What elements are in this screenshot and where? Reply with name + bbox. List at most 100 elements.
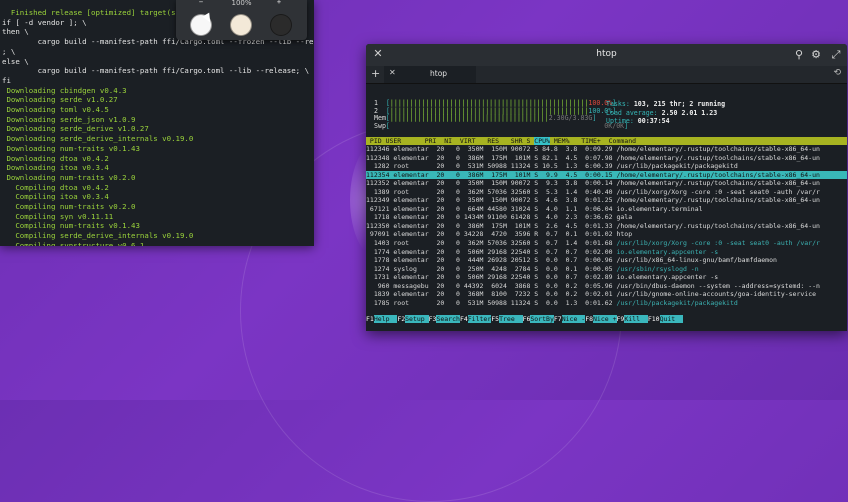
- process-command: /home/elementary/.rustup/toolchains/stab…: [616, 196, 820, 205]
- plus-icon[interactable]: +: [371, 67, 380, 80]
- terminal-line: Downloading dtoa v0.4.2: [2, 153, 109, 163]
- window-titlebar[interactable]: ✕ htop ⚲ ⚙ ⤢: [366, 44, 847, 66]
- tasks-label: Tasks:: [606, 100, 630, 109]
- process-row[interactable]: 1785 root 20 0 531M 50988 11324 S 0.0 1.…: [366, 299, 847, 308]
- process-table-header[interactable]: PID USER PRI NI VIRT RES SHR S CPU% MEM%…: [366, 137, 847, 145]
- terminal-line: Downloading serde v1.0.27: [2, 95, 118, 105]
- zoom-level[interactable]: 100%: [176, 0, 307, 8]
- process-row[interactable]: 1403 root 20 0 362M 57036 32560 S 0.7 1.…: [366, 239, 847, 248]
- process-fields: 112348 elementar 20 0 386M 175M 101M S 8…: [366, 153, 617, 162]
- process-row[interactable]: 1274 syslog 20 0 250M 4248 2784 S 0.0 0.…: [366, 265, 847, 274]
- load-label: Load average:: [606, 108, 658, 117]
- htop-terminal-window[interactable]: ✕ htop ⚲ ⚙ ⤢ + ✕ htop ⟲ 1 [|||||||||||||…: [366, 44, 847, 331]
- process-fields: 1403 root 20 0 362M 57036 32560 S 0.7 1.…: [366, 239, 617, 248]
- process-row[interactable]: 112346 elementar 20 0 350M 150M 90072 S …: [366, 145, 847, 154]
- function-key[interactable]: F1: [366, 315, 374, 323]
- function-key[interactable]: F2: [397, 315, 406, 323]
- process-fields: 1778 elementar 20 0 444M 26928 20512 S 0…: [366, 256, 617, 265]
- swp-label: Swp: [374, 122, 386, 131]
- color-scheme-dark-swatch[interactable]: [270, 14, 292, 36]
- process-command: /home/elementary/.rustup/toolchains/stab…: [616, 153, 820, 162]
- process-row[interactable]: 1389 root 20 0 362M 57036 32560 S 5.3 1.…: [366, 188, 847, 197]
- process-row[interactable]: 112354 elementar 20 0 386M 175M 101M S 9…: [366, 170, 847, 180]
- cpu2-label: 2: [374, 106, 378, 115]
- function-key-label[interactable]: Help: [373, 315, 398, 323]
- terminal-line: Compiling serde_derive_internals v0.19.0: [2, 231, 194, 241]
- color-scheme-sepia-swatch[interactable]: [230, 14, 252, 36]
- process-command: io.elementary.terminal: [616, 204, 703, 213]
- history-icon[interactable]: ⟲: [833, 68, 841, 78]
- terminal-line: Downloading num-traits v0.2.0: [2, 172, 136, 182]
- process-fields: 1785 root 20 0 531M 50988 11324 S 0.0 1.…: [366, 298, 617, 307]
- terminal-line: Downloading serde_derive v1.0.27: [2, 124, 149, 134]
- process-row[interactable]: 960 messagebu 20 0 44392 6024 3868 S 0.0…: [366, 282, 847, 291]
- terminal-line: Compiling dtoa v0.4.2: [2, 182, 109, 192]
- function-key-label[interactable]: SortBy: [530, 315, 554, 323]
- terminal-line: else \: [2, 56, 29, 66]
- process-command: /home/elementary/.rustup/toolchains/stab…: [616, 145, 820, 153]
- process-row[interactable]: 112349 elementar 20 0 350M 150M 90072 S …: [366, 196, 847, 205]
- gear-icon[interactable]: ⚙: [809, 48, 823, 62]
- function-key-label[interactable]: Tree: [499, 315, 523, 323]
- function-key-label[interactable]: Kill: [624, 315, 648, 323]
- terminal-line: Compiling num-traits v0.2.0: [2, 202, 136, 212]
- function-key-label[interactable]: Setup: [405, 315, 429, 323]
- process-row[interactable]: 112348 elementar 20 0 386M 175M 101M S 8…: [366, 154, 847, 163]
- function-key[interactable]: F10: [647, 315, 660, 323]
- terminal-line: Downloading itoa v0.3.4: [2, 163, 109, 173]
- terminal-line: Downloading serde_derive_internals v0.19…: [2, 134, 194, 144]
- terminal-line: fi: [2, 75, 11, 85]
- tab-close-icon[interactable]: ✕: [389, 68, 396, 77]
- header-columns-tail[interactable]: MEM% TIME+ Command: [550, 137, 636, 145]
- process-fields: 112349 elementar 20 0 350M 150M 90072 S …: [366, 196, 617, 205]
- process-fields: 97091 elementar 20 0 34228 4720 3596 R 0…: [366, 230, 617, 239]
- process-command: io.elementary.appcenter -s: [616, 273, 719, 282]
- process-fields: 1389 root 20 0 362M 57036 32560 S 5.3 1.…: [366, 187, 617, 196]
- process-fields: 1731 elementar 20 0 506M 29168 22540 S 0…: [366, 273, 617, 282]
- function-key[interactable]: F7: [553, 315, 562, 323]
- function-key-label[interactable]: Filter: [467, 315, 492, 323]
- function-key[interactable]: F5: [491, 315, 500, 323]
- process-row[interactable]: 1731 elementar 20 0 506M 29168 22540 S 0…: [366, 273, 847, 282]
- process-list[interactable]: 112346 elementar 20 0 350M 150M 90072 S …: [366, 145, 847, 307]
- function-key-label[interactable]: Nice -: [561, 315, 586, 323]
- function-key-label[interactable]: Quit: [659, 315, 684, 323]
- tasks-value: 103, 215 thr; 2 running: [633, 100, 726, 109]
- process-row[interactable]: 1839 elementar 20 0 368M 8100 7232 S 0.0…: [366, 290, 847, 299]
- process-row[interactable]: 112352 elementar 20 0 350M 150M 90072 S …: [366, 179, 847, 188]
- process-row[interactable]: 112350 elementar 20 0 386M 175M 101M S 2…: [366, 222, 847, 231]
- search-icon[interactable]: ⚲: [792, 48, 806, 62]
- process-row[interactable]: 67121 elementar 20 0 664M 44580 31024 S …: [366, 205, 847, 214]
- process-command: io.elementary.appcenter -s: [616, 247, 719, 256]
- process-fields: 1718 elementar 20 0 1434M 91100 61428 S …: [366, 213, 617, 222]
- header-cpu-sorted[interactable]: CPU%: [534, 137, 550, 145]
- process-row[interactable]: 1774 elementar 20 0 506M 29168 22540 S 0…: [366, 248, 847, 257]
- process-fields: 67121 elementar 20 0 664M 44580 31024 S …: [366, 204, 617, 213]
- load-value: 2.50 2.01 1.23: [661, 108, 718, 117]
- process-command: /usr/sbin/rsyslogd -n: [616, 264, 699, 273]
- process-row[interactable]: 1718 elementar 20 0 1434M 91100 61428 S …: [366, 213, 847, 222]
- process-command: /home/elementary/.rustup/toolchains/stab…: [616, 179, 820, 188]
- process-row[interactable]: 97091 elementar 20 0 34228 4720 3596 R 0…: [366, 230, 847, 239]
- maximize-icon[interactable]: ⤢: [829, 48, 843, 62]
- tab-htop[interactable]: ✕ htop: [384, 66, 476, 83]
- terminal-line: Compiling num-traits v0.1.43: [2, 221, 140, 231]
- process-row[interactable]: 1778 elementar 20 0 444M 26928 20512 S 0…: [366, 256, 847, 265]
- function-key[interactable]: F8: [585, 315, 594, 323]
- process-command: /home/elementary/.rustup/toolchains/stab…: [616, 170, 820, 179]
- tab-bar: + ✕ htop ⟲: [366, 66, 847, 84]
- process-row[interactable]: 1282 root 20 0 531M 50988 11324 S 10.5 1…: [366, 162, 847, 171]
- function-key[interactable]: F4: [459, 315, 468, 323]
- header-columns[interactable]: PID USER PRI NI VIRT RES SHR S: [366, 137, 534, 145]
- process-command: /usr/lib/xorg/Xorg -core :0 -seat seat0 …: [616, 187, 820, 196]
- zoom-in-button[interactable]: +: [274, 0, 284, 6]
- htop-stats: Tasks: 103, 215 thr; 2 running Load aver…: [606, 92, 725, 133]
- function-key-label[interactable]: Search: [436, 315, 460, 323]
- tab-label: htop: [430, 69, 448, 78]
- process-fields: 1274 syslog 20 0 250M 4248 2784 S 0.0 0.…: [366, 264, 617, 273]
- terminal-line: Compiling itoa v0.3.4: [2, 192, 109, 202]
- function-key-label[interactable]: Nice +: [593, 315, 617, 323]
- terminal-line: Downloading serde_json v1.0.9: [2, 114, 136, 124]
- terminal-output: Finished release [optimized] target(s) if…: [2, 8, 314, 246]
- terminal-line: cargo build --manifest-path ffi/Cargo.to…: [2, 66, 310, 76]
